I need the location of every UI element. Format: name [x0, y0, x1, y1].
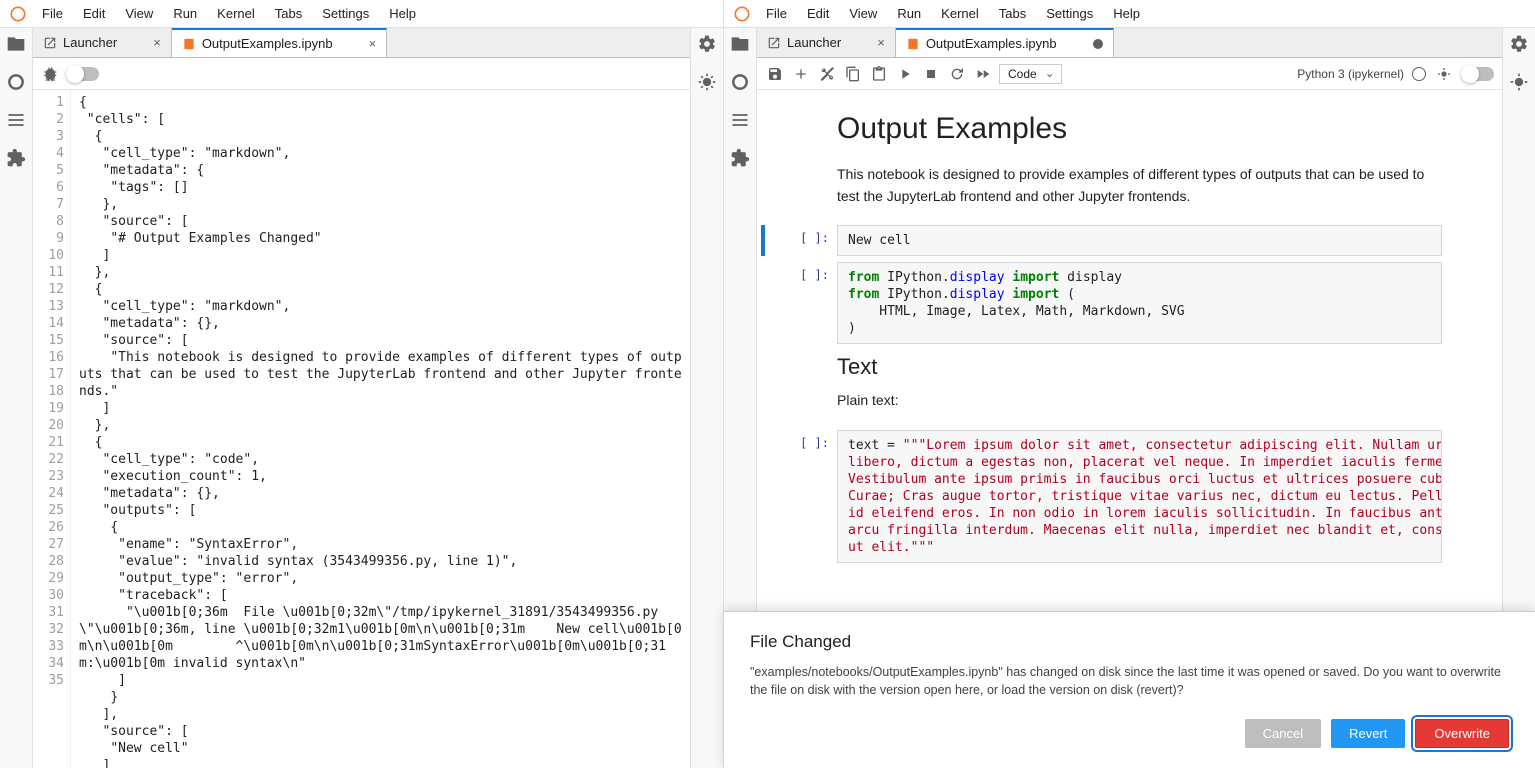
- restart-icon[interactable]: [947, 64, 967, 84]
- menu-file[interactable]: File: [756, 2, 797, 25]
- tab-launcher-label: Launcher: [787, 35, 841, 50]
- menu-settings[interactable]: Settings: [312, 2, 379, 25]
- notebook-icon: [182, 37, 196, 51]
- launcher-icon: [43, 36, 57, 50]
- tab-launcher-label: Launcher: [63, 35, 117, 50]
- menu-help[interactable]: Help: [379, 2, 426, 25]
- nb-plain-label: Plain text:: [837, 390, 1442, 412]
- tab-launcher[interactable]: Launcher ×: [33, 28, 172, 57]
- cell-prompt: [ ]:: [767, 225, 837, 256]
- menu-tabs[interactable]: Tabs: [265, 2, 312, 25]
- nb-h2-text: Text: [837, 354, 1442, 380]
- activity-bar-left: [0, 28, 33, 768]
- dialog-body: "examples/notebooks/OutputExamples.ipynb…: [750, 664, 1509, 699]
- paste-icon[interactable]: [869, 64, 889, 84]
- list-icon[interactable]: [6, 110, 26, 130]
- extension-icon[interactable]: [6, 148, 26, 168]
- stop-icon[interactable]: [921, 64, 941, 84]
- menu-settings[interactable]: Settings: [1036, 2, 1103, 25]
- bug-icon[interactable]: [1509, 72, 1529, 92]
- menu-kernel[interactable]: Kernel: [207, 2, 265, 25]
- inspector-bar-left: [690, 28, 723, 768]
- gear-icon[interactable]: [1509, 34, 1529, 54]
- menubar-right: FileEditViewRunKernelTabsSettingsHelp: [724, 0, 1535, 28]
- notebook-toolbar: Code Python 3 (ipykernel): [757, 58, 1502, 90]
- add-icon[interactable]: [791, 64, 811, 84]
- tab-notebook-json[interactable]: OutputExamples.ipynb ×: [172, 28, 387, 57]
- cell-input[interactable]: text = """Lorem ipsum dolor sit amet, co…: [837, 430, 1442, 563]
- cell-prompt: [ ]:: [767, 262, 837, 344]
- debug-toggle[interactable]: [67, 67, 99, 81]
- menu-tabs[interactable]: Tabs: [989, 2, 1036, 25]
- line-gutter: 1234567891011121314151617181920212223242…: [33, 90, 71, 768]
- menu-kernel[interactable]: Kernel: [931, 2, 989, 25]
- bug-icon[interactable]: [1434, 64, 1454, 84]
- file-changed-dialog: File Changed "examples/notebooks/OutputE…: [724, 611, 1535, 768]
- menu-help[interactable]: Help: [1103, 2, 1150, 25]
- extension-icon[interactable]: [730, 148, 750, 168]
- notebook-icon: [906, 37, 920, 51]
- menubar-left: FileEditViewRunKernelTabsSettingsHelp: [0, 0, 723, 28]
- menu-view[interactable]: View: [839, 2, 887, 25]
- save-icon[interactable]: [765, 64, 785, 84]
- code-cell-1[interactable]: [ ]: New cell: [767, 225, 1442, 256]
- menu-file[interactable]: File: [32, 2, 73, 25]
- json-editor[interactable]: 1234567891011121314151617181920212223242…: [33, 90, 690, 768]
- folder-icon[interactable]: [730, 34, 750, 54]
- jupyter-logo: [734, 6, 750, 22]
- menu-view[interactable]: View: [115, 2, 163, 25]
- bug-icon[interactable]: [697, 72, 717, 92]
- dialog-title: File Changed: [750, 632, 1509, 652]
- menu-run[interactable]: Run: [163, 2, 207, 25]
- folder-icon[interactable]: [6, 34, 26, 54]
- close-icon[interactable]: ×: [369, 36, 377, 51]
- list-icon[interactable]: [730, 110, 750, 130]
- close-icon[interactable]: ×: [153, 35, 161, 50]
- run-icon[interactable]: [895, 64, 915, 84]
- tabbar-left: Launcher × OutputExamples.ipynb ×: [33, 28, 690, 58]
- debug-toggle[interactable]: [1462, 67, 1494, 81]
- cancel-button[interactable]: Cancel: [1245, 719, 1321, 748]
- menu-edit[interactable]: Edit: [73, 2, 115, 25]
- tab-notebook-label: OutputExamples.ipynb: [926, 36, 1057, 51]
- cell-type-select[interactable]: Code: [999, 64, 1062, 84]
- menu-edit[interactable]: Edit: [797, 2, 839, 25]
- ز-revert-button[interactable]: Revert: [1331, 719, 1405, 748]
- nb-intro: This notebook is designed to provide exa…: [837, 164, 1442, 207]
- jupyter-logo: [10, 6, 26, 22]
- menu-run[interactable]: Run: [887, 2, 931, 25]
- kernel-name[interactable]: Python 3 (ipykernel): [1297, 67, 1404, 81]
- tabbar-right: Launcher × OutputExamples.ipynb: [757, 28, 1502, 58]
- fast-forward-icon[interactable]: [973, 64, 993, 84]
- code-cell-3[interactable]: [ ]: text = """Lorem ipsum dolor sit ame…: [767, 430, 1442, 563]
- launcher-icon: [767, 36, 781, 50]
- overwrite-button[interactable]: Overwrite: [1415, 719, 1509, 748]
- tab-notebook-label: OutputExamples.ipynb: [202, 36, 333, 51]
- close-icon[interactable]: ×: [877, 35, 885, 50]
- nb-title: Output Examples: [837, 112, 1442, 146]
- kernel-status-icon: [1412, 67, 1426, 81]
- cell-prompt: [ ]:: [767, 430, 837, 563]
- copy-icon[interactable]: [843, 64, 863, 84]
- tab-notebook[interactable]: OutputExamples.ipynb: [896, 28, 1114, 57]
- cell-input[interactable]: New cell: [837, 225, 1442, 256]
- circle-icon[interactable]: [6, 72, 26, 92]
- gear-icon[interactable]: [697, 34, 717, 54]
- left-main: Launcher × OutputExamples.ipynb × 123456…: [33, 28, 690, 768]
- json-toolbar: [33, 58, 690, 90]
- code-cell-2[interactable]: [ ]: from IPython.display import display…: [767, 262, 1442, 344]
- circle-icon[interactable]: [730, 72, 750, 92]
- dirty-indicator: [1093, 39, 1103, 49]
- tab-launcher[interactable]: Launcher ×: [757, 28, 896, 57]
- cut-icon[interactable]: [817, 64, 837, 84]
- bug-icon[interactable]: [41, 64, 61, 84]
- cell-input[interactable]: from IPython.display import display from…: [837, 262, 1442, 344]
- code-content[interactable]: { "cells": [ { "cell_type": "markdown", …: [71, 90, 690, 768]
